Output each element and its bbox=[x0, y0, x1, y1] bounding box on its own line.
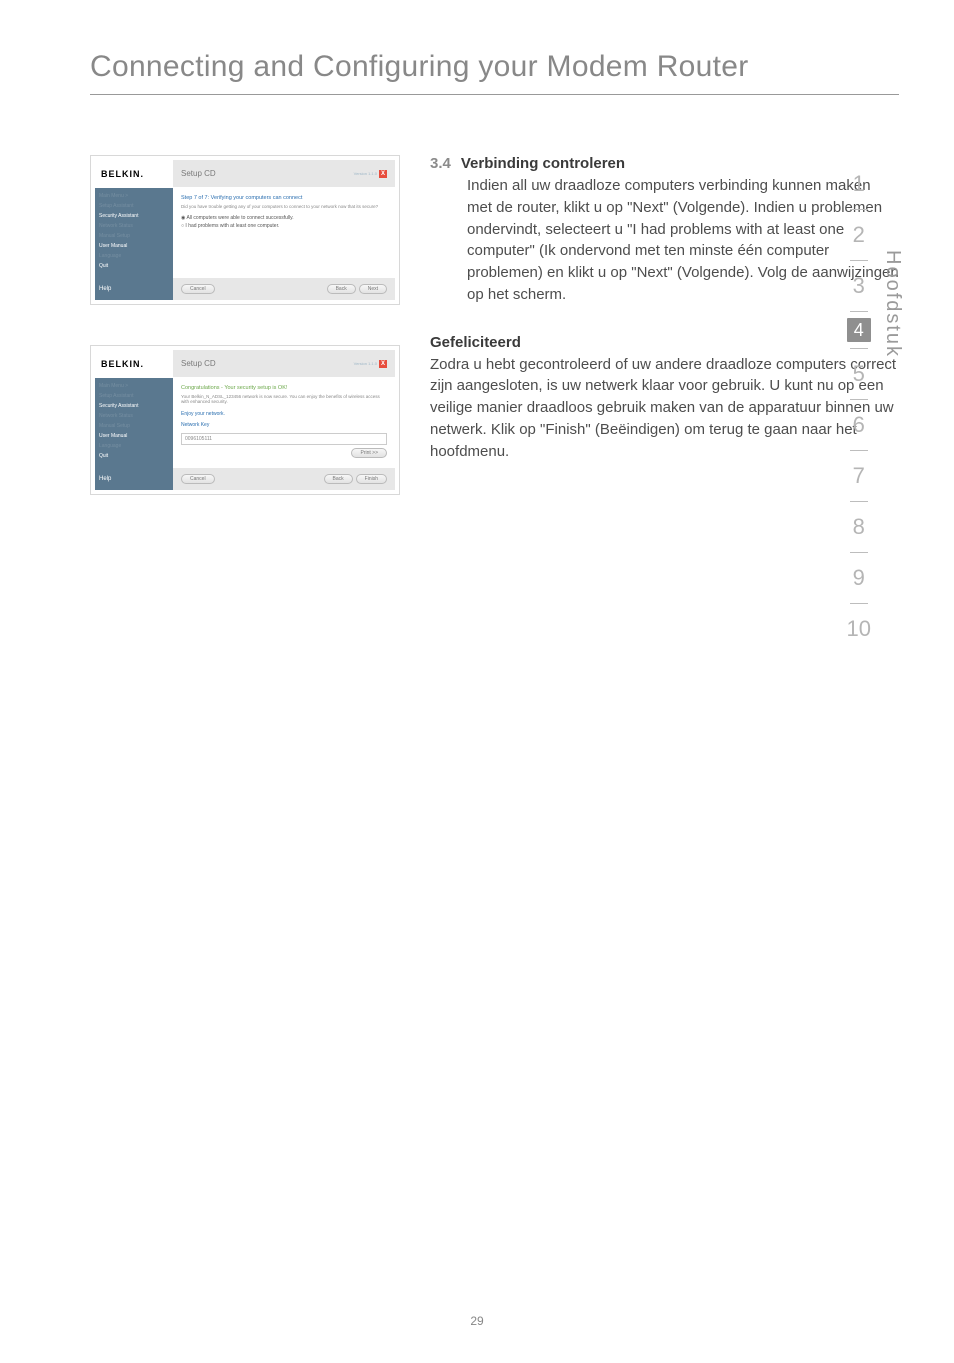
nav-manual-setup: Manual Setup bbox=[99, 233, 169, 239]
title-underline bbox=[90, 94, 899, 95]
network-key-value: 0096105111 bbox=[185, 436, 383, 442]
chapter-nav: 1 2 3 4 5 6 7 8 9 10 Hoofdstuk bbox=[847, 165, 904, 648]
step-title: Step 7 of 7: Verifying your computers ca… bbox=[181, 195, 387, 201]
chapter-separator bbox=[850, 260, 868, 261]
finish-button[interactable]: Finish bbox=[356, 474, 387, 484]
back-button[interactable]: Back bbox=[324, 474, 353, 484]
nav-setup-assistant: Setup Assistant bbox=[99, 203, 169, 209]
radio-problems[interactable]: ○ I had problems with at least one compu… bbox=[181, 223, 387, 229]
close-icon[interactable]: X bbox=[379, 360, 387, 368]
chapter-label: Hoofdstuk bbox=[881, 165, 904, 358]
nav-help: Help bbox=[95, 278, 173, 300]
chapter-separator bbox=[850, 501, 868, 502]
setup-cd-header: Setup CD bbox=[181, 169, 216, 178]
congrats-body: Zodra u hebt gecontroleerd of uw andere … bbox=[430, 354, 899, 463]
chapter-separator bbox=[850, 209, 868, 210]
nav-network-status: Network Status bbox=[99, 223, 169, 229]
congrats-heading: Gefeliciteerd bbox=[430, 334, 899, 351]
screenshot-step7: BELKIN. Main Menu > Setup Assistant Secu… bbox=[90, 155, 400, 305]
chapter-separator bbox=[850, 348, 868, 349]
section-title: Verbinding controleren bbox=[461, 155, 625, 172]
page-number: 29 bbox=[0, 1314, 954, 1328]
nav-language: Language bbox=[99, 253, 169, 259]
nav-quit: Quit bbox=[99, 453, 169, 459]
chapter-num-8[interactable]: 8 bbox=[853, 508, 865, 546]
nav-main-menu: Main Menu > bbox=[99, 193, 169, 199]
network-key-label: Network Key bbox=[181, 422, 387, 428]
next-button[interactable]: Next bbox=[359, 284, 387, 294]
chapter-num-3[interactable]: 3 bbox=[853, 267, 865, 305]
chapter-separator bbox=[850, 603, 868, 604]
chapter-separator bbox=[850, 450, 868, 451]
nav-security-assistant: Security Assistant bbox=[99, 213, 169, 219]
nav-language: Language bbox=[99, 443, 169, 449]
congrats-subtitle: Your Belkin_N_ADSL_123456 network is now… bbox=[181, 394, 387, 405]
chapter-separator bbox=[850, 552, 868, 553]
screenshot-congrats: BELKIN. Main Menu > Setup Assistant Secu… bbox=[90, 345, 400, 495]
cancel-button[interactable]: Cancel bbox=[181, 284, 215, 294]
chapter-num-9[interactable]: 9 bbox=[853, 559, 865, 597]
chapter-separator bbox=[850, 399, 868, 400]
congrats-title: Congratulations - Your security setup is… bbox=[181, 385, 387, 391]
setup-cd-header: Setup CD bbox=[181, 359, 216, 368]
chapter-num-2[interactable]: 2 bbox=[853, 216, 865, 254]
nav-manual-setup: Manual Setup bbox=[99, 423, 169, 429]
radio-all-connected[interactable]: ◉ All computers were able to connect suc… bbox=[181, 215, 387, 221]
close-icon[interactable]: X bbox=[379, 170, 387, 178]
nav-main-menu: Main Menu > bbox=[99, 383, 169, 389]
print-button[interactable]: Print >> bbox=[351, 448, 387, 458]
version-label: Version 1.1.0 bbox=[354, 171, 377, 176]
step-subtitle: Did you have trouble getting any of your… bbox=[181, 204, 387, 209]
chapter-num-10[interactable]: 10 bbox=[847, 610, 871, 648]
page-title: Connecting and Configuring your Modem Ro… bbox=[90, 50, 899, 84]
chapter-num-1[interactable]: 1 bbox=[853, 165, 865, 203]
nav-user-manual: User Manual bbox=[99, 243, 169, 249]
chapter-num-4[interactable]: 4 bbox=[847, 318, 871, 342]
section-number: 3.4 bbox=[430, 155, 451, 172]
chapter-num-6[interactable]: 6 bbox=[853, 406, 865, 444]
belkin-logo: BELKIN. bbox=[95, 350, 173, 378]
cancel-button[interactable]: Cancel bbox=[181, 474, 215, 484]
nav-setup-assistant: Setup Assistant bbox=[99, 393, 169, 399]
enjoy-network: Enjoy your network. bbox=[181, 411, 387, 417]
back-button[interactable]: Back bbox=[327, 284, 356, 294]
version-label: Version 1.1.0 bbox=[354, 361, 377, 366]
nav-help: Help bbox=[95, 468, 173, 490]
chapter-num-5[interactable]: 5 bbox=[853, 355, 865, 393]
section-body: Indien all uw draadloze computers verbin… bbox=[467, 175, 899, 306]
nav-user-manual: User Manual bbox=[99, 433, 169, 439]
nav-quit: Quit bbox=[99, 263, 169, 269]
chapter-separator bbox=[850, 311, 868, 312]
nav-network-status: Network Status bbox=[99, 413, 169, 419]
nav-security-assistant: Security Assistant bbox=[99, 403, 169, 409]
chapter-num-7[interactable]: 7 bbox=[853, 457, 865, 495]
belkin-logo: BELKIN. bbox=[95, 160, 173, 188]
